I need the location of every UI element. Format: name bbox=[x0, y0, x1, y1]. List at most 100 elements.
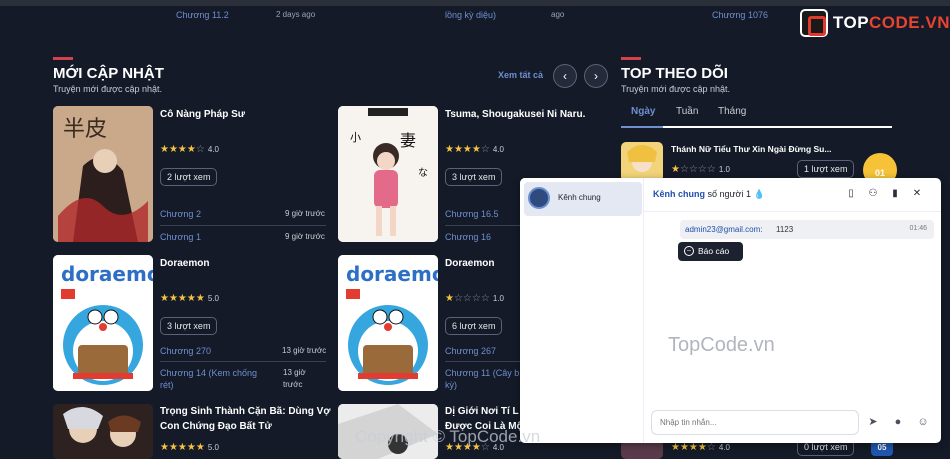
cover-image[interactable]: doraemon bbox=[53, 255, 153, 391]
rating-stars: ★★★★★ 5.0 bbox=[160, 442, 219, 453]
chapter-link[interactable]: Chương 14 (Kem chống rét) bbox=[160, 367, 270, 391]
star-icon: ★ bbox=[671, 164, 680, 175]
message-user[interactable]: admin23@gmail.com: bbox=[685, 225, 762, 234]
tab-week[interactable]: Tuần bbox=[676, 106, 698, 117]
chapter-link[interactable]: Chương 270 bbox=[160, 345, 211, 357]
star-icon: ★ bbox=[445, 293, 454, 304]
tab-month[interactable]: Tháng bbox=[718, 106, 746, 117]
chat-channel-list: Kênh chung bbox=[520, 178, 644, 443]
prev-chapter-time: 2 days ago bbox=[276, 10, 316, 19]
report-button[interactable]: – Báo cáo bbox=[678, 242, 743, 261]
channel-avatar bbox=[528, 187, 550, 209]
user-remove-icon[interactable]: ⚇ bbox=[867, 188, 879, 200]
svg-text:妻: 妻 bbox=[400, 131, 416, 150]
chapter-link[interactable]: Chương 267 bbox=[445, 345, 496, 357]
top-section-subtitle: Truyện mới được cập nhật. bbox=[621, 84, 731, 94]
views-badge: 1 lượt xem bbox=[797, 160, 855, 178]
watermark: TopCode.vn bbox=[668, 334, 775, 356]
rating-stars: ★★★★☆ 4.0 bbox=[445, 144, 504, 155]
prev-button[interactable]: ‹ bbox=[553, 64, 577, 88]
chapter-time: 9 giờ trước bbox=[285, 232, 325, 241]
chevron-left-icon: ‹ bbox=[563, 69, 567, 83]
chat-message-input[interactable] bbox=[651, 410, 859, 435]
chat-header-title: Kênh chung số người 1 💧 bbox=[653, 189, 765, 199]
prev-chapter-link-right[interactable]: Chương 1076 bbox=[712, 10, 768, 20]
channel-item[interactable]: Kênh chung bbox=[524, 182, 642, 216]
chapter-link[interactable]: Chương 16 bbox=[445, 231, 491, 243]
svg-text:小: 小 bbox=[350, 131, 361, 144]
chat-message: admin23@gmail.com: 1123 01:46 bbox=[680, 220, 934, 239]
message-text: 1123 bbox=[776, 225, 794, 234]
tab-day[interactable]: Ngày bbox=[631, 106, 655, 117]
channel-name: Kênh chung bbox=[558, 193, 601, 202]
divider bbox=[160, 225, 326, 226]
site-logo[interactable]: TOPCODE.VN bbox=[800, 8, 950, 38]
prev-time-fragment: ago bbox=[551, 10, 565, 19]
chapter-time: 13 giờ trước bbox=[282, 346, 327, 355]
next-button[interactable]: › bbox=[584, 64, 608, 88]
message-time: 01:46 bbox=[909, 225, 927, 232]
card-title[interactable]: Cô Nàng Pháp Sư bbox=[160, 107, 330, 122]
cover-image[interactable]: doraemon bbox=[338, 255, 438, 391]
cover-art: 半皮 bbox=[53, 106, 153, 242]
chevron-right-icon: › bbox=[594, 69, 598, 83]
chapter-link[interactable]: Chương 1 bbox=[160, 231, 201, 243]
cover-image[interactable]: 妻 小 な bbox=[338, 106, 438, 242]
divider bbox=[445, 225, 520, 226]
star-icon: ★★★★ bbox=[445, 144, 481, 155]
svg-text:な: な bbox=[418, 167, 428, 179]
rating-stars: ★★★★☆ 4.0 bbox=[671, 442, 730, 453]
chat-widget: Kênh chung Kênh chung số người 1 💧 ▯ ⚇ ▮… bbox=[520, 178, 941, 443]
rating-stars: ★☆☆☆☆ 1.0 bbox=[445, 293, 504, 304]
divider bbox=[445, 361, 520, 362]
rating-stars: ★★★★☆ 4.0 bbox=[160, 144, 219, 155]
send-icon[interactable]: ➤ bbox=[866, 415, 880, 429]
emoji-icon[interactable]: ☺ bbox=[916, 415, 930, 429]
chapter-link[interactable]: Chương 16.5 bbox=[445, 208, 498, 220]
prev-chapter-link[interactable]: Chương 11.2 bbox=[176, 10, 229, 20]
cover-art bbox=[621, 142, 663, 182]
svg-text:doraemon: doraemon bbox=[61, 262, 153, 286]
star-empty-icon: ☆☆☆☆ bbox=[679, 164, 716, 175]
prev-title-fragment[interactable]: lồng kỳ diệu) bbox=[445, 10, 496, 20]
star-empty-icon: ☆ bbox=[706, 442, 716, 453]
star-icon: ★★★★★ bbox=[160, 293, 205, 304]
cover-art: doraemon bbox=[338, 255, 438, 391]
tab-active-indicator bbox=[621, 126, 663, 128]
star-icon: ★★★★★ bbox=[160, 442, 205, 453]
trash-icon[interactable]: ▮ bbox=[889, 188, 901, 200]
cover-art: 妻 小 な bbox=[338, 106, 438, 242]
divider bbox=[160, 361, 326, 362]
cover-image[interactable]: 半皮 bbox=[53, 106, 153, 242]
card-title[interactable]: Trọng Sinh Thành Cặn Bã: Dùng Vợ Con Chứ… bbox=[160, 404, 332, 434]
chapter-time: 9 giờ trước bbox=[285, 209, 325, 218]
cover-art bbox=[53, 404, 153, 459]
top-item-cover[interactable] bbox=[621, 142, 663, 182]
close-icon[interactable]: ✕ bbox=[911, 188, 923, 200]
logo-icon bbox=[800, 9, 828, 37]
cover-image[interactable] bbox=[53, 404, 153, 459]
latest-section-subtitle: Truyện mới được cập nhật. bbox=[53, 84, 163, 94]
views-badge: 2 lượt xem bbox=[160, 168, 218, 186]
star-icon: ★★★★ bbox=[671, 442, 707, 453]
star-icon: ★★★★ bbox=[160, 144, 196, 155]
top-item-title[interactable]: Thánh Nữ Tiểu Thư Xin Ngài Đừng Su... bbox=[671, 144, 831, 154]
report-icon: – bbox=[684, 246, 694, 256]
chat-header: Kênh chung số người 1 💧 ▯ ⚇ ▮ ✕ bbox=[644, 178, 941, 212]
views-badge: 6 lượt xem bbox=[445, 317, 503, 335]
top-section-title: TOP THEO DÕI bbox=[621, 65, 728, 82]
top-scroll-strip bbox=[0, 0, 950, 6]
section-accent-bar bbox=[621, 57, 641, 60]
view-all-link[interactable]: Xem tất cả bbox=[498, 70, 543, 80]
phone-icon[interactable]: ▯ bbox=[845, 188, 857, 200]
copyright-overlay: Copyright © TopCode.vn bbox=[355, 427, 541, 446]
rating-stars: ★☆☆☆☆ 1.0 bbox=[671, 164, 730, 175]
microphone-icon[interactable]: ● bbox=[891, 415, 905, 429]
chapter-link[interactable]: Chương 2 bbox=[160, 208, 201, 220]
card-title[interactable]: Tsuma, Shougakusei Ni Naru. bbox=[445, 107, 615, 122]
card-title[interactable]: Doraemon bbox=[160, 256, 330, 271]
svg-text:doraemon: doraemon bbox=[346, 262, 438, 286]
cover-art: doraemon bbox=[53, 255, 153, 391]
chapter-link[interactable]: Chương 11 (Cây b kỳ) bbox=[445, 367, 520, 391]
chapter-time: 13 giờ trước bbox=[283, 368, 306, 389]
